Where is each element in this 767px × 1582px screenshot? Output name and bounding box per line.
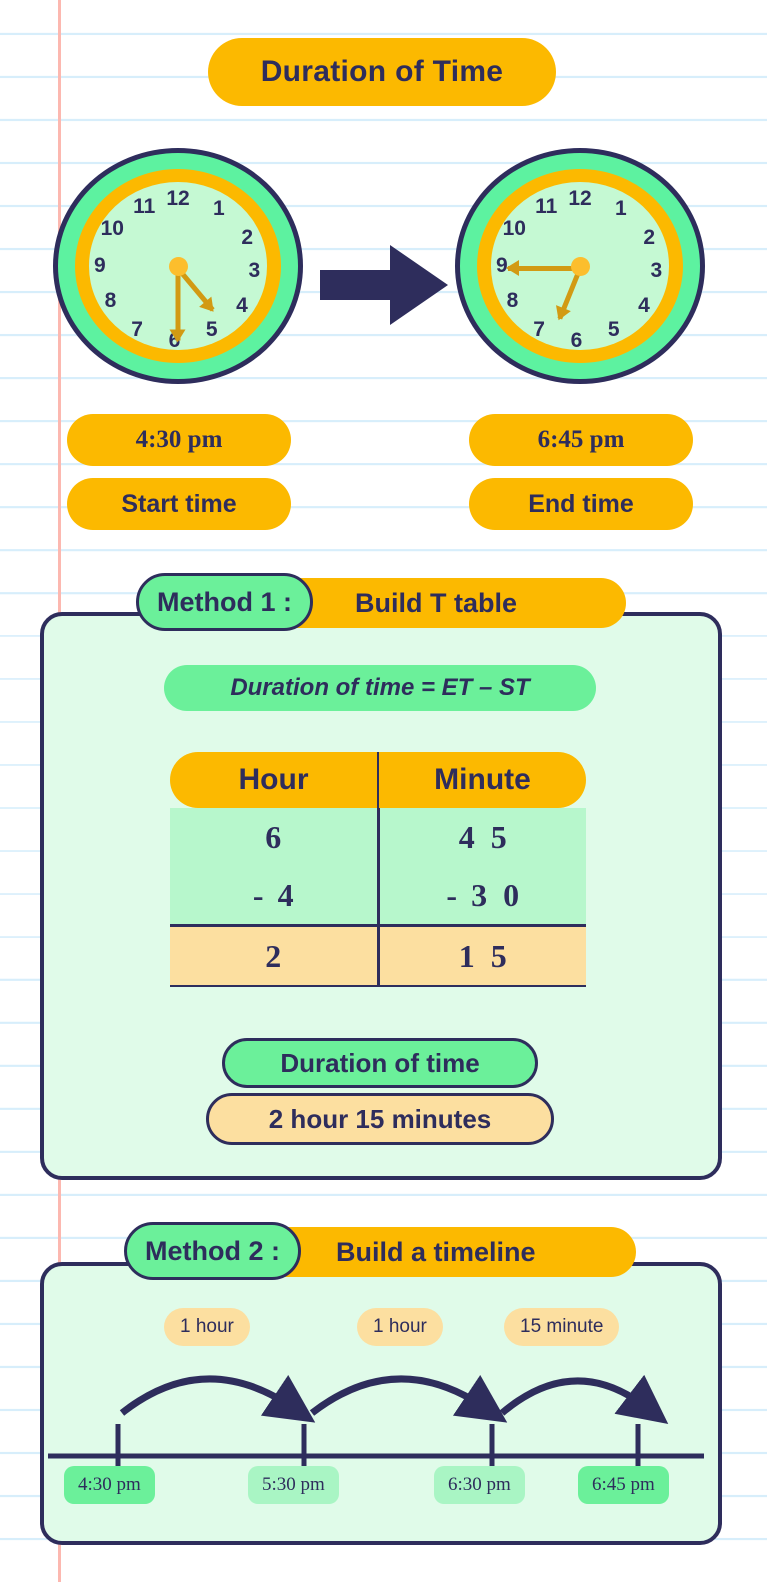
result-minute-ones: 5 <box>490 937 507 974</box>
infographic-page: Duration of Time 12 1 2 3 4 5 6 7 8 9 10… <box>0 0 767 1582</box>
clock-numeral: 12 <box>166 187 190 211</box>
table-row: - 4 - 3 0 <box>170 866 586 924</box>
subtrahend-hour-value: 4 <box>277 876 294 913</box>
clock-face: 12 1 2 3 4 5 6 7 8 9 10 11 <box>491 182 669 352</box>
clock-numeral: 8 <box>104 289 117 313</box>
t-cell-minute-subtrahend: - 3 0 <box>380 866 587 924</box>
t-table-result-row: 2 1 5 <box>170 927 586 987</box>
page-title: Duration of Time <box>208 38 556 106</box>
result-hour-value: 2 <box>265 937 282 974</box>
clock-face: 12 1 2 3 4 5 6 7 8 9 10 11 <box>89 182 267 352</box>
subtrahend-minute-ones: 0 <box>503 876 520 913</box>
clock-numeral: 12 <box>568 187 592 211</box>
clock-center-hub <box>168 256 188 276</box>
table-row: 6 4 5 <box>170 808 586 866</box>
end-time-label: End time <box>469 478 693 530</box>
t-table-header-hour: Hour <box>170 752 379 808</box>
duration-formula: Duration of time = ET – ST <box>164 665 596 711</box>
timeline-tick-label: 4:30 pm <box>64 1466 155 1504</box>
t-table: Hour Minute 6 4 5 - 4 - 3 0 2 1 5 <box>170 752 586 987</box>
clock-numeral: 1 <box>213 197 225 221</box>
clock-numeral: 3 <box>248 259 261 283</box>
minus-operator-hour: - <box>252 876 264 913</box>
method-2-heading: Build a timeline <box>336 1236 536 1267</box>
t-cell-minute-result: 1 5 <box>380 927 587 985</box>
start-time-value: 4:30 pm <box>67 414 291 466</box>
clock-numeral: 2 <box>643 225 656 249</box>
clock-numeral: 7 <box>533 317 545 341</box>
clock-numeral: 4 <box>638 294 650 318</box>
clock-minute-hand <box>508 266 580 271</box>
minuend-hour-value: 6 <box>265 818 282 855</box>
clock-numeral: 3 <box>650 259 663 283</box>
duration-result-label: Duration of time <box>222 1038 538 1088</box>
clock-start-time: 12 1 2 3 4 5 6 7 8 9 10 11 <box>53 148 303 384</box>
method-2-tag: Method 2 : <box>124 1222 301 1280</box>
minuend-minute-tens: 4 <box>458 818 475 855</box>
t-table-header-minute: Minute <box>434 763 531 796</box>
right-arrow-icon <box>320 243 448 332</box>
t-cell-hour-minuend: 6 <box>170 808 380 866</box>
clock-numeral: 8 <box>506 289 519 313</box>
method-1-banner: Method 1 : Build T table <box>136 573 626 631</box>
clock-numeral: 4 <box>236 294 248 318</box>
clock-numeral: 5 <box>607 317 620 341</box>
clock-numeral: 6 <box>570 329 583 353</box>
end-time-value: 6:45 pm <box>469 414 693 466</box>
clock-numeral: 9 <box>94 254 106 277</box>
clock-numeral: 2 <box>241 225 254 249</box>
clock-center-hub <box>570 256 590 276</box>
timeline-jump-label: 15 minute <box>504 1308 620 1346</box>
t-table-header-row: Hour Minute <box>170 752 586 808</box>
timeline-tick-label: 6:45 pm <box>578 1466 669 1504</box>
duration-result-value: 2 hour 15 minutes <box>206 1093 554 1145</box>
t-table-body: 6 4 5 - 4 - 3 0 <box>170 808 586 927</box>
timeline-tick-label: 6:30 pm <box>434 1466 525 1504</box>
result-minute-tens: 1 <box>458 937 475 974</box>
subtrahend-minute-tens: 3 <box>471 876 488 913</box>
t-cell-minute-minuend: 4 5 <box>380 808 587 866</box>
clock-numeral: 10 <box>502 217 526 241</box>
timeline-jump-label: 1 hour <box>357 1308 443 1346</box>
clock-numeral: 1 <box>615 197 627 221</box>
clock-numeral: 10 <box>100 217 124 241</box>
method-2-banner: Method 2 : Build a timeline <box>124 1222 636 1280</box>
method-1-tag: Method 1 : <box>136 573 313 631</box>
timeline: 1 hour 1 hour 15 minute 4:30 pm 5:30 pm … <box>44 1270 724 1545</box>
t-cell-hour-subtrahend: - 4 <box>170 866 380 924</box>
method-1-heading: Build T table <box>355 587 517 618</box>
start-time-label: Start time <box>67 478 291 530</box>
clock-numeral: 5 <box>205 317 218 341</box>
clock-numeral: 11 <box>535 195 558 219</box>
minus-operator-minute: - <box>446 876 458 913</box>
clock-numeral: 11 <box>133 195 156 219</box>
clock-numeral: 7 <box>131 317 143 341</box>
clock-end-time: 12 1 2 3 4 5 6 7 8 9 10 11 <box>455 148 705 384</box>
t-cell-hour-result: 2 <box>170 927 380 985</box>
timeline-jump-label: 1 hour <box>164 1308 250 1346</box>
timeline-tick-label: 5:30 pm <box>248 1466 339 1504</box>
minuend-minute-ones: 5 <box>490 818 507 855</box>
clock-minute-hand <box>175 268 181 341</box>
